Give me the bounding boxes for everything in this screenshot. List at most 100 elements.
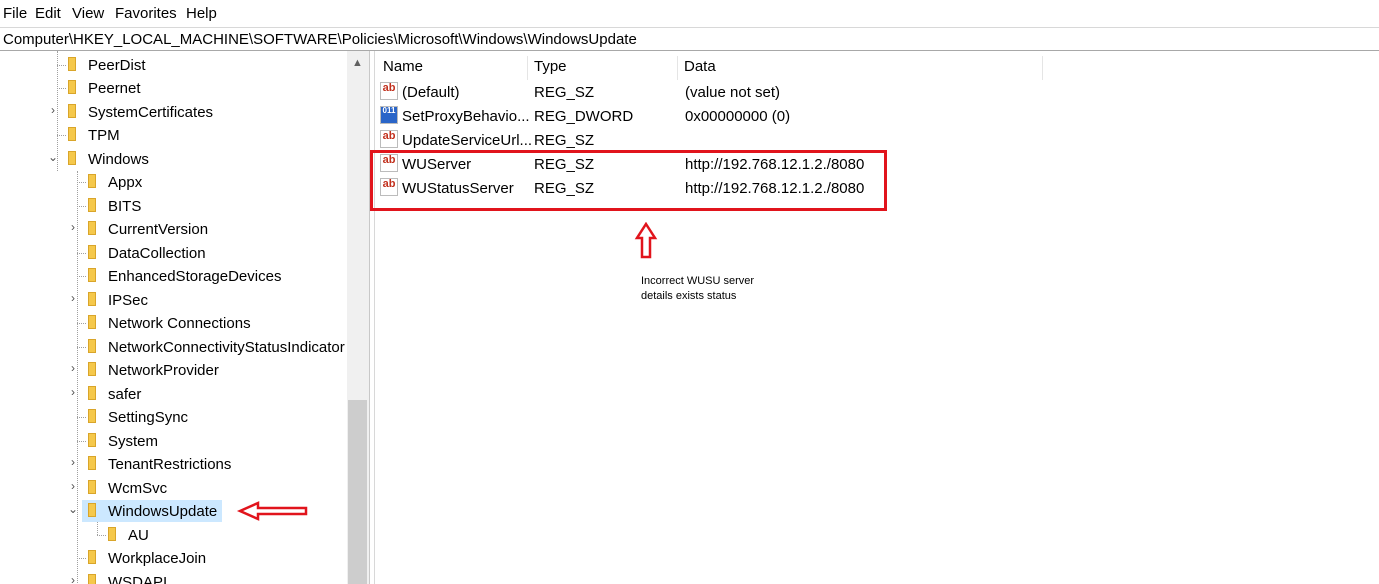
chevron-right-icon[interactable]: ›	[67, 361, 79, 375]
tree-node-currentversion[interactable]: › CurrentVersion	[0, 218, 347, 240]
folder-icon	[68, 104, 76, 118]
column-separator[interactable]	[1042, 56, 1043, 80]
folder-icon	[88, 480, 96, 494]
tree-node-label: SettingSync	[108, 409, 189, 426]
folder-icon	[88, 503, 96, 517]
tree-node-label: Network Connections	[108, 315, 251, 332]
folder-icon	[68, 80, 76, 94]
folder-icon	[88, 386, 96, 400]
chevron-right-icon[interactable]: ›	[67, 385, 79, 399]
tree-node-label: IPSec	[108, 292, 149, 309]
pane-splitter[interactable]	[369, 51, 375, 584]
tree-node-label: PeerDist	[88, 57, 146, 74]
tree-node-label: SystemCertificates	[88, 104, 214, 121]
value-type: REG_SZ	[534, 84, 595, 101]
folder-icon	[88, 198, 96, 212]
tree-scrollbar[interactable]: ▲	[347, 51, 369, 584]
tree-node-settingsync[interactable]: SettingSync	[0, 406, 347, 428]
chevron-right-icon[interactable]: ›	[47, 103, 59, 117]
dword-value-icon: 011	[380, 106, 398, 124]
annotation-line: details exists status	[641, 290, 737, 302]
tree-node-enhancedstoragedevices[interactable]: EnhancedStorageDevices	[0, 265, 347, 287]
key-tree: PeerDist Peernet › SystemCertificates TP…	[0, 51, 369, 584]
column-header-type[interactable]: Type	[534, 58, 567, 75]
tree-node-tpm[interactable]: TPM	[0, 124, 347, 146]
string-value-icon: ab	[380, 82, 398, 100]
tree-node-label: WorkplaceJoin	[108, 550, 207, 567]
folder-icon	[88, 292, 96, 306]
chevron-right-icon[interactable]: ›	[67, 573, 79, 584]
folder-icon	[68, 151, 76, 165]
chevron-right-icon[interactable]: ›	[67, 291, 79, 305]
tree-node-label: Windows	[88, 151, 149, 168]
folder-icon	[88, 268, 96, 282]
tree-node-tenantrestrictions[interactable]: › TenantRestrictions	[0, 453, 347, 475]
menu-favorites[interactable]: Favorites	[115, 5, 177, 22]
column-header-name[interactable]: Name	[383, 58, 423, 75]
tree-node-label: Peernet	[88, 80, 141, 97]
folder-icon	[88, 550, 96, 564]
tree-node-label: NetworkProvider	[108, 362, 219, 379]
tree-node-workplacejoin[interactable]: WorkplaceJoin	[0, 547, 347, 569]
highlight-box	[370, 150, 887, 211]
string-value-icon: ab	[380, 130, 398, 148]
column-separator[interactable]	[527, 56, 528, 80]
value-row[interactable]: 011 SetProxyBehavio... REG_DWORD 0x00000…	[380, 105, 1040, 129]
folder-icon	[88, 433, 96, 447]
tree-node-datacollection[interactable]: DataCollection	[0, 242, 347, 264]
tree-node-wsdapi[interactable]: › WSDAPI	[0, 571, 347, 584]
menu-edit[interactable]: Edit	[35, 5, 61, 22]
value-name: (Default)	[402, 84, 460, 101]
folder-icon	[88, 362, 96, 376]
tree-node-label: System	[108, 433, 159, 450]
value-name: UpdateServiceUrl...	[402, 132, 533, 149]
tree-node-label: Appx	[108, 174, 143, 191]
tree-node-windows[interactable]: ⌄ Windows	[0, 148, 347, 170]
tree-node-peernet[interactable]: Peernet	[0, 77, 347, 99]
left-arrow-annotation	[236, 501, 308, 521]
tree-node-au[interactable]: AU	[0, 524, 347, 546]
column-separator[interactable]	[677, 56, 678, 80]
folder-icon	[88, 574, 96, 584]
menu-file[interactable]: File	[3, 5, 27, 22]
tree-node-appx[interactable]: Appx	[0, 171, 347, 193]
tree-node-wcmsvc[interactable]: › WcmSvc	[0, 477, 347, 499]
tree-node-label: WindowsUpdate	[108, 503, 218, 520]
menu-view[interactable]: View	[72, 5, 104, 22]
tree-node-safer[interactable]: › safer	[0, 383, 347, 405]
tree-node-system[interactable]: System	[0, 430, 347, 452]
value-data: (value not set)	[685, 84, 781, 101]
tree-node-label: TPM	[88, 127, 120, 144]
folder-icon	[68, 127, 76, 141]
tree-node-networkprovider[interactable]: › NetworkProvider	[0, 359, 347, 381]
scroll-up-icon[interactable]: ▲	[352, 57, 363, 69]
chevron-down-icon[interactable]: ⌄	[67, 502, 79, 516]
value-type: REG_DWORD	[534, 108, 634, 125]
address-path[interactable]: Computer\HKEY_LOCAL_MACHINE\SOFTWARE\Pol…	[3, 31, 637, 48]
chevron-right-icon[interactable]: ›	[67, 455, 79, 469]
chevron-right-icon[interactable]: ›	[67, 220, 79, 234]
folder-icon	[88, 221, 96, 235]
folder-icon	[88, 315, 96, 329]
tree-node-systemcertificates[interactable]: › SystemCertificates	[0, 101, 347, 123]
tree-node-peerdist[interactable]: PeerDist	[0, 54, 347, 76]
value-row[interactable]: ab (Default) REG_SZ (value not set)	[380, 81, 1040, 105]
tree-node-network-connections[interactable]: Network Connections	[0, 312, 347, 334]
tree-node-ipsec[interactable]: › IPSec	[0, 289, 347, 311]
tree-node-label: AU	[128, 527, 149, 544]
annotation-line: Incorrect WUSU server	[641, 275, 755, 287]
tree-node-networkconnectivitystatusindicator[interactable]: NetworkConnectivityStatusIndicator	[0, 336, 347, 358]
menu-help[interactable]: Help	[186, 5, 217, 22]
address-bar[interactable]: Computer\HKEY_LOCAL_MACHINE\SOFTWARE\Pol…	[0, 27, 1379, 51]
chevron-down-icon[interactable]: ⌄	[47, 150, 59, 164]
folder-icon	[68, 57, 76, 71]
folder-icon	[88, 409, 96, 423]
folder-icon	[88, 245, 96, 259]
tree-node-label: NetworkConnectivityStatusIndicator	[108, 339, 345, 356]
menu-bar: File Edit View Favorites Help	[0, 0, 1379, 27]
tree-node-bits[interactable]: BITS	[0, 195, 347, 217]
scroll-thumb[interactable]	[348, 400, 367, 584]
folder-icon	[88, 456, 96, 470]
column-header-data[interactable]: Data	[684, 58, 716, 75]
chevron-right-icon[interactable]: ›	[67, 479, 79, 493]
